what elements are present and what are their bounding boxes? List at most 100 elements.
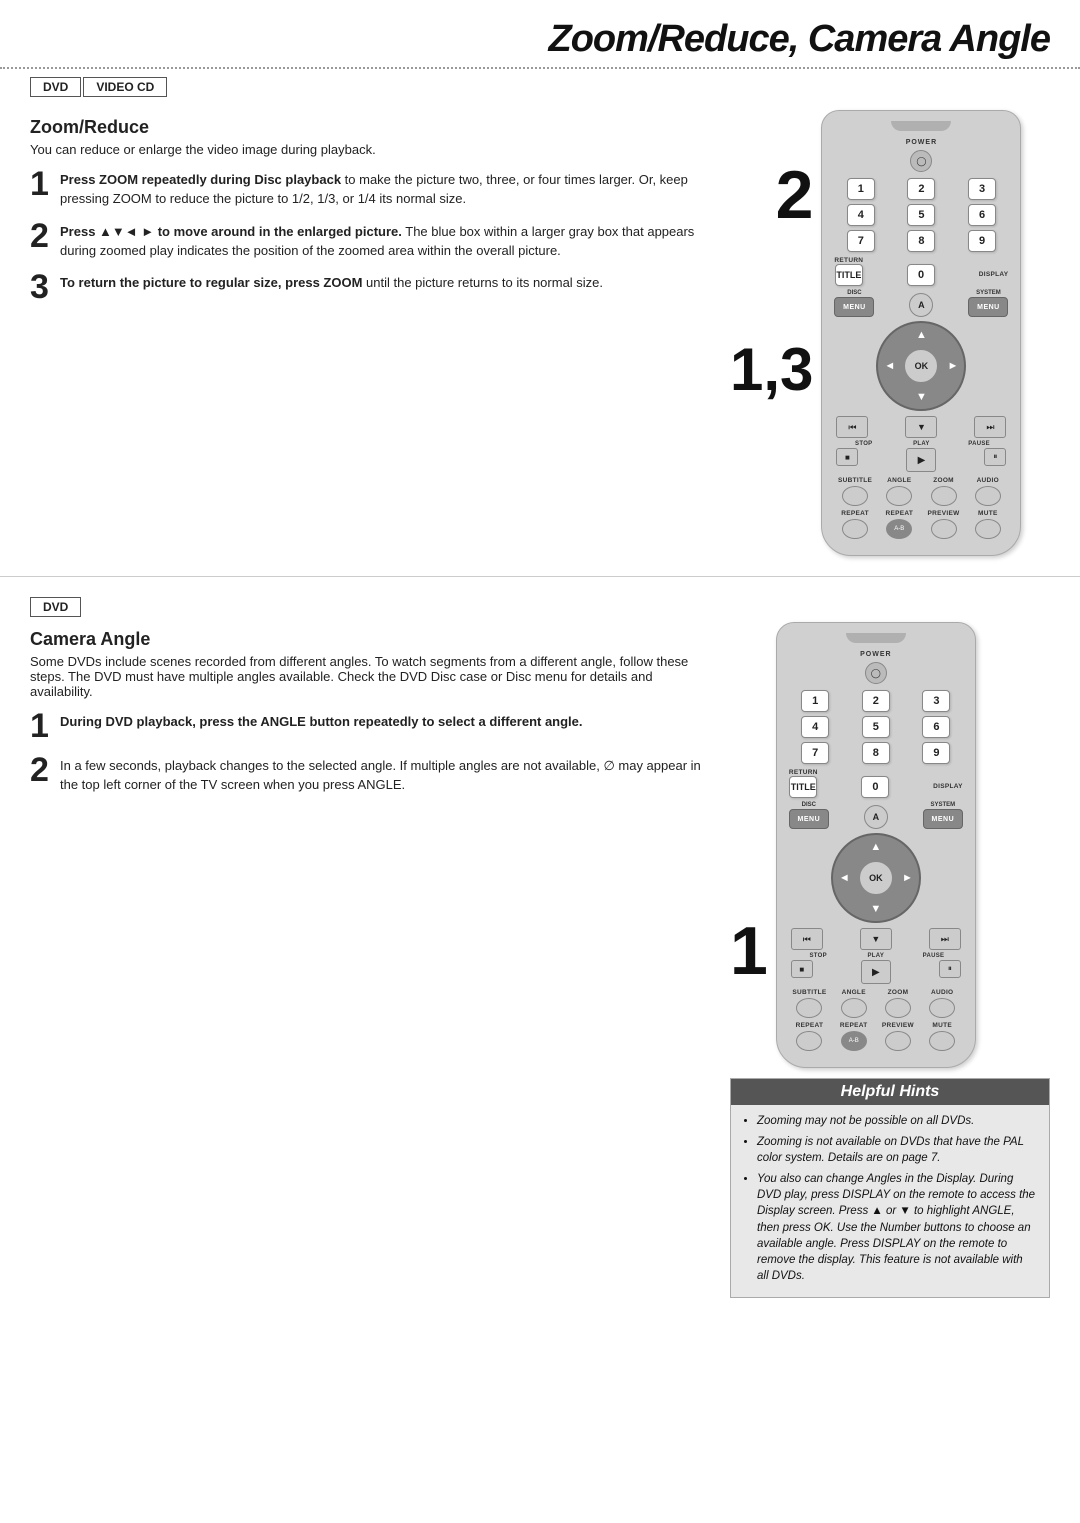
btn-5[interactable]: 5 (907, 204, 935, 226)
disc-menu-button-b[interactable]: MENU (789, 809, 829, 829)
btn-9[interactable]: 9 (968, 230, 996, 252)
next-button[interactable]: ⏭ (974, 416, 1006, 438)
sys-block-b: SYSTEM MENU (923, 802, 963, 829)
repeat-ab-button-b[interactable]: A-B (841, 1031, 867, 1051)
step2-number: 2 (30, 219, 54, 253)
dpad-left-b[interactable]: ◄ (839, 872, 850, 884)
btn-7b[interactable]: 7 (801, 742, 829, 764)
btn-7[interactable]: 7 (847, 230, 875, 252)
pause-button[interactable]: ⏸ (984, 448, 1006, 466)
dpad-b[interactable]: ▲ ▼ ◄ ► OK (831, 833, 921, 923)
btn-4b[interactable]: 4 (801, 716, 829, 738)
down-button-b[interactable]: ▼ (860, 928, 892, 950)
preview-button-b[interactable] (885, 1031, 911, 1051)
btn-1[interactable]: 1 (847, 178, 875, 200)
repeat-button[interactable] (842, 519, 868, 539)
big-num-2: 2 (776, 161, 814, 229)
btn-2[interactable]: 2 (907, 178, 935, 200)
subtitle-button-b[interactable] (796, 998, 822, 1018)
repeat1-label: REPEAT (834, 510, 875, 517)
dpad[interactable]: ▲ ▼ ◄ ► OK (876, 321, 966, 411)
mute-button-b[interactable] (929, 1031, 955, 1051)
stop-button-b[interactable]: ■ (791, 960, 813, 978)
subtitle-label: SUBTITLE (834, 477, 875, 484)
mute-button[interactable] (975, 519, 1001, 539)
dpad-down-b[interactable]: ▼ (870, 903, 881, 915)
btn-8[interactable]: 8 (907, 230, 935, 252)
repeat-ab-button[interactable]: A-B (886, 519, 912, 539)
dpad-left[interactable]: ◄ (884, 360, 895, 372)
btn-6[interactable]: 6 (968, 204, 996, 226)
zero-button-b[interactable]: 0 (861, 776, 889, 798)
power-button-b[interactable]: ◯ (865, 662, 887, 684)
dpad-right[interactable]: ► (948, 360, 959, 372)
dpad-down[interactable]: ▼ (916, 391, 927, 403)
return-button-b[interactable]: TITLE (789, 776, 817, 798)
mute-label-b: MUTE (922, 1022, 963, 1029)
transport-labels: STOP PLAY PAUSE (832, 441, 1010, 447)
zero-button[interactable]: 0 (907, 264, 935, 286)
next-button-b[interactable]: ⏭ (929, 928, 961, 950)
repeat-button-b[interactable] (796, 1031, 822, 1051)
a-button-b[interactable]: A (864, 805, 888, 829)
helpful-hints-list: Zooming may not be possible on all DVDs.… (757, 1113, 1037, 1284)
subtitle-button[interactable] (842, 486, 868, 506)
preview-button[interactable] (931, 519, 957, 539)
zoom-reduce-intro: You can reduce or enlarge the video imag… (30, 142, 710, 157)
btn-3b[interactable]: 3 (922, 690, 950, 712)
step1-number: 1 (30, 167, 54, 201)
dpad-right-b[interactable]: ► (902, 872, 913, 884)
ok-button-b[interactable]: OK (859, 861, 893, 895)
sys-menu-button[interactable]: MENU (968, 297, 1008, 317)
bottom-right-col: 1 POWER ◯ 1 2 3 4 5 6 (730, 617, 1050, 1298)
return-button[interactable]: TITLE (835, 264, 863, 286)
stop-button[interactable]: ■ (836, 448, 858, 466)
dpad-up-b[interactable]: ▲ (870, 841, 881, 853)
btn-8b[interactable]: 8 (862, 742, 890, 764)
down-button[interactable]: ▼ (905, 416, 937, 438)
btn-2b[interactable]: 2 (862, 690, 890, 712)
ok-button[interactable]: OK (904, 349, 938, 383)
tab-videocd[interactable]: VIDEO CD (83, 77, 167, 97)
tab-dvd[interactable]: DVD (30, 77, 81, 97)
dpad-up[interactable]: ▲ (916, 329, 927, 341)
btn-6b[interactable]: 6 (922, 716, 950, 738)
remote-notch (891, 121, 951, 131)
pause-button-b[interactable]: ⏸ (939, 960, 961, 978)
angle-button-b[interactable] (841, 998, 867, 1018)
angle-button[interactable] (886, 486, 912, 506)
camera-angle-heading: Camera Angle (30, 629, 710, 650)
bottom-buttons-b (787, 998, 965, 1018)
play-button[interactable]: ▶ (906, 448, 936, 472)
camera-angle-intro: Some DVDs include scenes recorded from d… (30, 654, 710, 699)
repeat2-label-b: REPEAT (833, 1022, 874, 1029)
zoom-button[interactable] (931, 486, 957, 506)
btn-1b[interactable]: 1 (801, 690, 829, 712)
a-button[interactable]: A (909, 293, 933, 317)
disc-menu-button[interactable]: MENU (834, 297, 874, 317)
audio-label-b: AUDIO (922, 989, 963, 996)
power-button[interactable]: ◯ (910, 150, 932, 172)
audio-button-b[interactable] (929, 998, 955, 1018)
page-header: Zoom/Reduce, Camera Angle (0, 0, 1080, 69)
tab-dvd-camera[interactable]: DVD (30, 597, 81, 617)
sys-menu-button-b[interactable]: MENU (923, 809, 963, 829)
repeat-buttons: A-B (832, 519, 1010, 539)
prev-button[interactable]: ⏮ (836, 416, 868, 438)
prev-next-row-b: ⏮ ▼ ⏭ (787, 928, 965, 950)
play-button-b[interactable]: ▶ (861, 960, 891, 984)
btn-4[interactable]: 4 (847, 204, 875, 226)
dpad-area-b: ▲ ▼ ◄ ► OK (831, 833, 921, 923)
pause-label-b: PAUSE (906, 953, 961, 959)
prev-button-b[interactable]: ⏮ (791, 928, 823, 950)
btn-5b[interactable]: 5 (862, 716, 890, 738)
zoom-button-b[interactable] (885, 998, 911, 1018)
right-side-layout-top: 2 1,3 POWER ◯ 1 2 3 4 5 (730, 105, 1050, 556)
remote-body-bottom: POWER ◯ 1 2 3 4 5 6 7 8 9 (776, 622, 976, 1068)
big-num-13: 1,3 (730, 340, 813, 400)
btn-9b[interactable]: 9 (922, 742, 950, 764)
preview-label: PREVIEW (923, 510, 964, 517)
btn-3[interactable]: 3 (968, 178, 996, 200)
return-label-b: RETURN (789, 769, 818, 776)
audio-button[interactable] (975, 486, 1001, 506)
